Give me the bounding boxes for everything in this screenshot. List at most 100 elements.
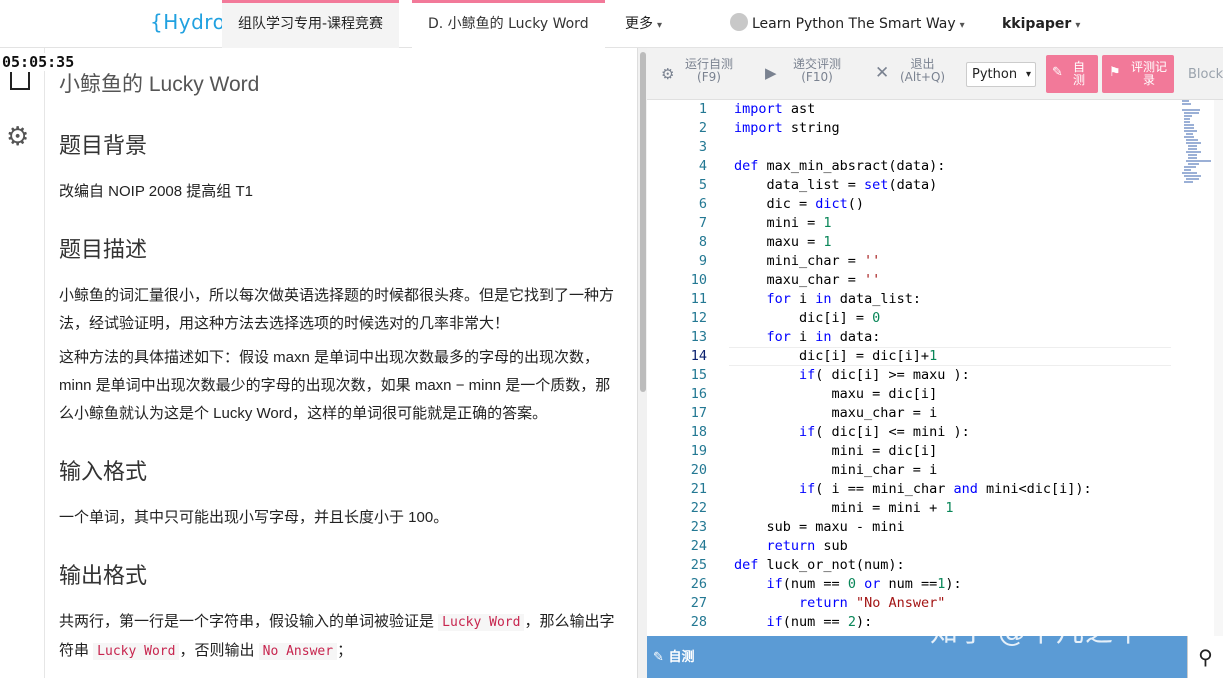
code-line[interactable]: 2 import string [647, 119, 1187, 138]
code-line[interactable]: 24 return sub [647, 537, 1187, 556]
editor-toolbar: ⚙ 运行自测 (F9) ▶ 递交评测 (F10) ✕ 退出 (Alt+Q) Py… [647, 48, 1223, 100]
line-number: 13 [690, 329, 707, 345]
minimap-line [1186, 142, 1201, 144]
line-number: 18 [690, 424, 707, 440]
code-line[interactable]: 23 sub = maxu - mini [647, 518, 1187, 537]
nav-item-more[interactable]: 更多 ▾ [625, 0, 662, 48]
nav-item-domain-label: Learn Python The Smart Way [752, 16, 956, 32]
watermark: 知乎 @平凡之牛 [930, 615, 1143, 648]
code-line[interactable]: 21 if( i == mini_char and mini<dic[i]): [647, 480, 1187, 499]
line-number: 6 [698, 196, 707, 212]
minimap-line [1186, 133, 1193, 135]
run-key: (F9) [697, 70, 721, 84]
code-line[interactable]: 1 import ast [647, 100, 1187, 119]
scrollbar-thumb[interactable] [640, 52, 646, 392]
code-text: mini = dic[i] [734, 443, 938, 459]
square-icon[interactable] [10, 72, 30, 90]
code-line[interactable]: 16 maxu = dic[i] [647, 385, 1187, 404]
code-line[interactable]: 15 if( dic[i] >= maxu ): [647, 366, 1187, 385]
bug-icon[interactable]: ⚙ [661, 65, 674, 83]
minimap-line [1182, 100, 1189, 102]
selftest-toggle-button[interactable]: ✎ 自测 [1046, 55, 1098, 93]
line-number: 8 [698, 234, 707, 250]
code-text: mini = mini + 1 [734, 500, 954, 516]
timer: 05:05:35 [0, 53, 77, 71]
code-line[interactable]: 22 mini = mini + 1 [647, 499, 1187, 518]
nav-item-course-label: 组队学习专用-课程竞赛 [238, 16, 384, 32]
nav-item-domain[interactable]: Learn Python The Smart Way ▾ [730, 0, 965, 48]
minimap-line [1184, 127, 1194, 129]
code-text: if( dic[i] >= maxu ): [799, 367, 970, 383]
code-text: if(num == 0 or num ==1): [766, 576, 962, 592]
minimap-line [1188, 163, 1199, 165]
code-editor[interactable]: 1 import ast 2 import string 3 4 def max_min_a… [647, 100, 1223, 636]
nav-item-problem-label: D. 小鲸鱼的 Lucky Word [428, 16, 589, 32]
line-number: 17 [690, 405, 707, 421]
code-text: def luck_or_not(num): [734, 557, 905, 573]
gear-icon[interactable]: ⚙ [6, 124, 29, 150]
code-text: mini_char = '' [734, 253, 881, 269]
minimap-line [1188, 157, 1198, 159]
code-line[interactable]: 19 mini = dic[i] [647, 442, 1187, 461]
code-line[interactable]: 14 dic[i] = dic[i]+1 [647, 347, 1187, 366]
records-button[interactable]: ⚑ 评测记录 [1102, 55, 1174, 93]
search-icon[interactable]: ⚲ [1187, 636, 1223, 678]
code-text: def max_min_absract(data): [734, 158, 946, 174]
code-line[interactable]: 6 dic = dict() [647, 195, 1187, 214]
code-line[interactable]: 4 def max_min_absract(data): [647, 157, 1187, 176]
code-text: for i in data: [766, 329, 881, 345]
code-text: return "No Answer" [799, 595, 946, 611]
problem-scrollbar[interactable] [637, 48, 647, 678]
code-text: if( dic[i] <= mini ): [799, 424, 970, 440]
line-number: 25 [690, 557, 707, 573]
play-icon[interactable]: ▶ [765, 64, 777, 82]
code-line[interactable]: 11 for i in data_list: [647, 290, 1187, 309]
code-line[interactable]: 26 if(num == 0 or num ==1): [647, 575, 1187, 594]
minimap-line [1184, 175, 1201, 177]
minimap-line [1184, 118, 1190, 120]
code-line[interactable]: 13 for i in data: [647, 328, 1187, 347]
language-select[interactable]: Python ▾ [966, 62, 1036, 87]
line-number: 12 [690, 310, 707, 326]
code-line[interactable]: 10 maxu_char = '' [647, 271, 1187, 290]
output-text-3: ，否则输出 [179, 642, 259, 659]
code-text: maxu_char = i [734, 405, 938, 421]
code-line[interactable]: 12 dic[i] = 0 [647, 309, 1187, 328]
nav-item-user[interactable]: kkipaper ▾ [1002, 0, 1080, 48]
code-text: dic[i] = dic[i]+1 [734, 348, 938, 364]
minimap-line [1184, 169, 1191, 171]
blockly-button[interactable]: Blockl [1188, 67, 1223, 82]
close-icon[interactable]: ✕ [875, 63, 889, 83]
line-number: 9 [698, 253, 707, 269]
code-line[interactable]: 9 mini_char = '' [647, 252, 1187, 271]
code-line[interactable]: 7 mini = 1 [647, 214, 1187, 233]
inline-code-no-answer: No Answer [258, 643, 338, 660]
background-text: 改编自 NOIP 2008 提高组 T1 [59, 183, 253, 200]
code-text: if(num == 2): [766, 614, 873, 630]
records-label: 评测记录 [1130, 60, 1167, 87]
line-number: 14 [690, 348, 707, 364]
code-line[interactable]: 3 [647, 138, 1187, 157]
code-line[interactable]: 17 maxu_char = i [647, 404, 1187, 423]
code-line[interactable]: 5 data_list = set(data) [647, 176, 1187, 195]
exit-button[interactable]: 退出 (Alt+Q) [900, 58, 945, 84]
nav-item-course[interactable]: 组队学习专用-课程竞赛 [222, 0, 400, 48]
editor-scrollbar[interactable] [1214, 100, 1223, 636]
minimap-line [1184, 121, 1190, 123]
run-selftest-button[interactable]: 运行自测 (F9) [685, 58, 733, 84]
code-text: maxu = dic[i] [734, 386, 938, 402]
line-number: 7 [698, 215, 707, 231]
section-heading-output: 输出格式 [59, 563, 148, 588]
code-text: dic = dict() [734, 196, 865, 212]
line-number: 16 [690, 386, 707, 402]
avatar [730, 13, 748, 31]
code-line[interactable]: 20 mini_char = i [647, 461, 1187, 480]
minimap-line [1184, 115, 1193, 117]
submit-button[interactable]: 递交评测 (F10) [793, 58, 841, 84]
code-text: import string [734, 120, 840, 136]
nav-item-problem[interactable]: D. 小鲸鱼的 Lucky Word [412, 0, 605, 48]
code-line[interactable]: 25 def luck_or_not(num): [647, 556, 1187, 575]
line-number: 23 [690, 519, 707, 535]
code-line[interactable]: 8 maxu = 1 [647, 233, 1187, 252]
code-line[interactable]: 18 if( dic[i] <= mini ): [647, 423, 1187, 442]
